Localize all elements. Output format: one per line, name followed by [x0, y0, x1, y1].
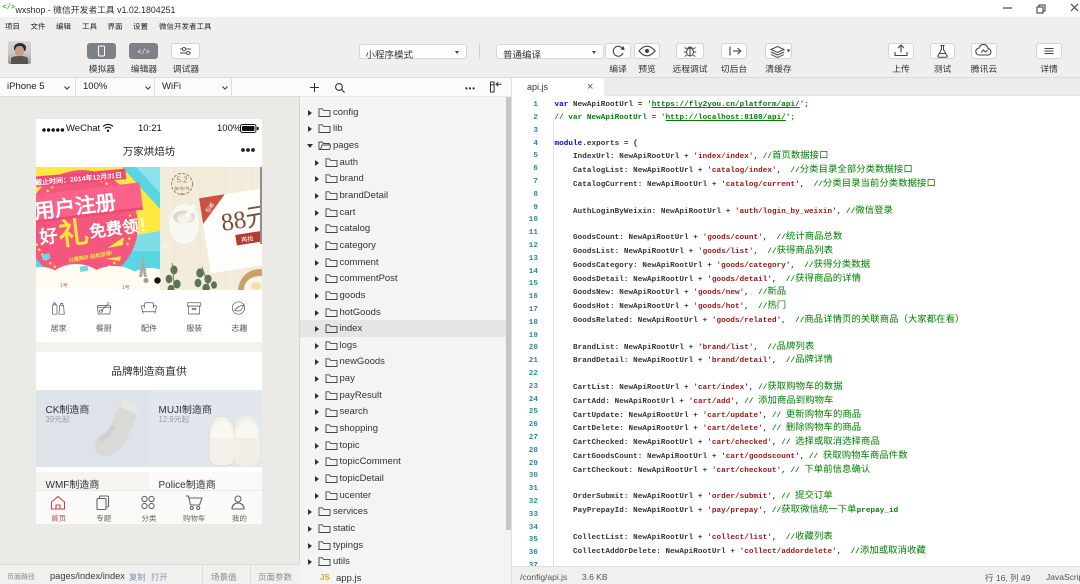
- svg-text:1号: 1号: [60, 283, 68, 289]
- svg-text:1号: 1号: [122, 285, 130, 290]
- svg-text:好: 好: [38, 226, 59, 248]
- svg-text:美/食/节: 美/食/节: [174, 186, 190, 191]
- svg-text:礼: 礼: [57, 216, 91, 252]
- svg-text:</>: </>: [137, 49, 150, 57]
- svg-text:5.2: 5.2: [176, 176, 188, 185]
